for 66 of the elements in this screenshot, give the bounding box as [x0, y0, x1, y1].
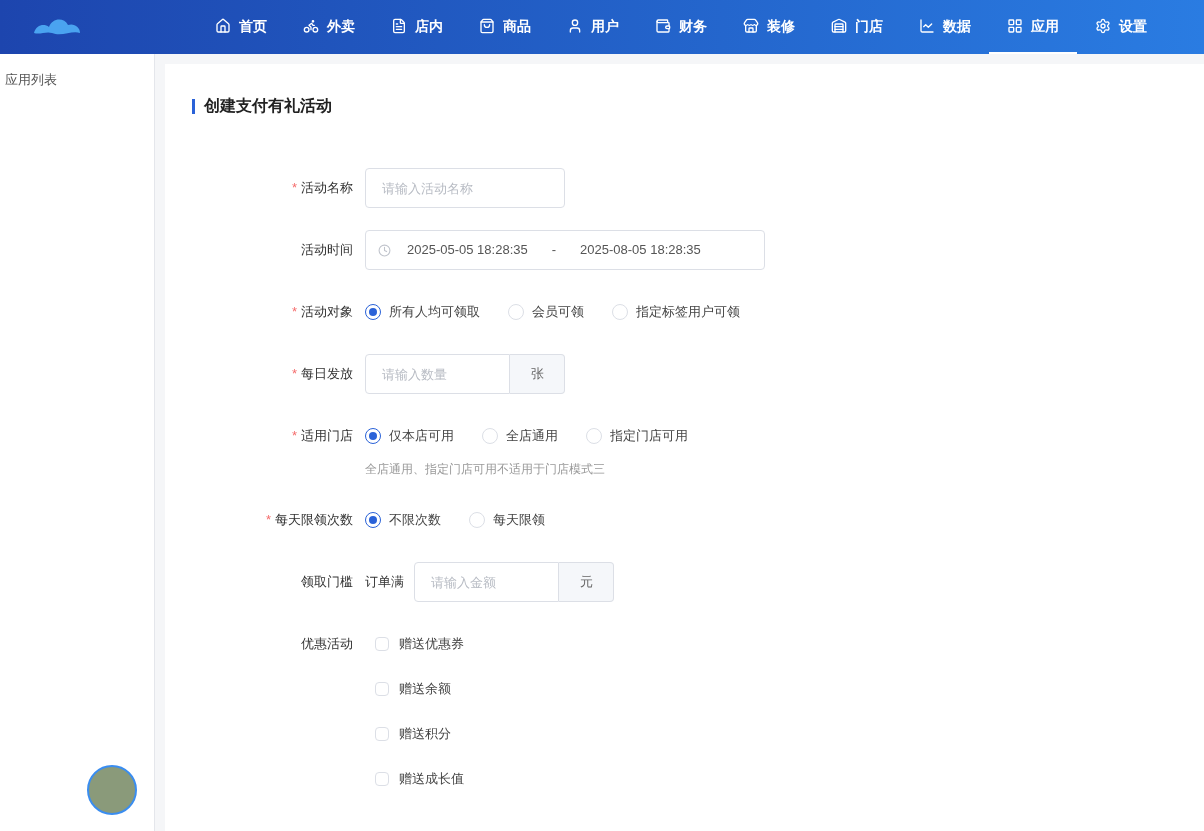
checkbox-option[interactable]: 赠送积分 [375, 714, 464, 754]
shop-icon [743, 18, 759, 34]
required-mark: * [291, 365, 297, 384]
radio-option[interactable]: 全店通用 [482, 426, 558, 446]
avatar-placeholder[interactable] [87, 765, 137, 815]
radio-option[interactable]: 指定标签用户可领 [612, 302, 740, 322]
radio-option[interactable]: 不限次数 [365, 510, 441, 530]
radio-option[interactable]: 仅本店可用 [365, 426, 454, 446]
checkbox-option[interactable]: 赠送优惠券 [375, 624, 464, 664]
range-separator: - [551, 241, 557, 260]
required-mark: * [291, 303, 297, 322]
bike-icon [303, 18, 319, 34]
nav-tab[interactable]: 外卖 [285, 0, 373, 54]
unit-addon: 元 [559, 562, 614, 602]
checkbox[interactable] [375, 637, 389, 651]
field-hint: 全店通用、指定门店可用不适用于门店模式三 [365, 461, 606, 478]
radio-option[interactable]: 指定门店可用 [586, 426, 688, 446]
sidebar-item[interactable]: 应用列表 [0, 66, 154, 94]
radio-option[interactable]: 会员可领 [508, 302, 584, 322]
line-chart-icon [919, 18, 935, 34]
field-label: 活动时间 [301, 241, 353, 260]
field-label: 优惠活动 [301, 635, 353, 654]
bag-icon [479, 18, 495, 34]
required-mark: * [291, 179, 297, 198]
house-icon [215, 18, 231, 34]
input-field[interactable]: 请输入活动名称 [365, 168, 565, 208]
nav-tab[interactable]: 设置 [1077, 0, 1165, 54]
settings-icon [1095, 18, 1111, 34]
field-label: 活动名称 [301, 179, 353, 198]
store-icon [831, 18, 847, 34]
nav-tab[interactable]: 用户 [549, 0, 637, 54]
user-icon [567, 18, 583, 34]
radio-option[interactable]: 每天限领 [469, 510, 545, 530]
required-mark: * [265, 511, 271, 530]
input-prefix: 订单满 [365, 573, 404, 592]
nav-tab[interactable]: 店内 [373, 0, 461, 54]
date-range-field[interactable]: 2025-05-05 18:28:35 - 2025-08-05 18:28:35 [365, 230, 765, 270]
field-label: 活动对象 [301, 303, 353, 322]
nav-tab[interactable]: 首页 [197, 0, 285, 54]
input-field[interactable]: 请输入数量 [365, 354, 510, 394]
checkbox[interactable] [375, 727, 389, 741]
nav-tab[interactable]: 数据 [901, 0, 989, 54]
nav-tab[interactable]: 装修 [725, 0, 813, 54]
radio-option[interactable]: 所有人均可领取 [365, 302, 480, 322]
grid-icon [1007, 18, 1023, 34]
document-icon [391, 18, 407, 34]
unit-addon: 张 [510, 354, 565, 394]
checkbox-option[interactable]: 赠送成长值 [375, 759, 464, 799]
nav-tab[interactable]: 应用 [989, 0, 1077, 54]
checkbox[interactable] [375, 682, 389, 696]
checkbox[interactable] [375, 772, 389, 786]
checkbox-option[interactable]: 赠送余额 [375, 669, 464, 709]
nav-tab[interactable]: 门店 [813, 0, 901, 54]
field-label: 领取门槛 [301, 573, 353, 592]
nav-tab[interactable]: 商品 [461, 0, 549, 54]
clock-icon [378, 243, 391, 257]
field-label: 每天限领次数 [275, 511, 353, 530]
start-date: 2025-05-05 18:28:35 [407, 241, 528, 260]
page-title: 创建支付有礼活动 [204, 96, 332, 116]
field-label: 每日发放 [301, 365, 353, 384]
nav-tab[interactable]: 财务 [637, 0, 725, 54]
field-label: 适用门店 [301, 427, 353, 446]
wallet-icon [655, 18, 671, 34]
required-mark: * [291, 427, 297, 446]
end-date: 2025-08-05 18:28:35 [580, 241, 701, 260]
input-field[interactable]: 请输入金额 [414, 562, 559, 602]
